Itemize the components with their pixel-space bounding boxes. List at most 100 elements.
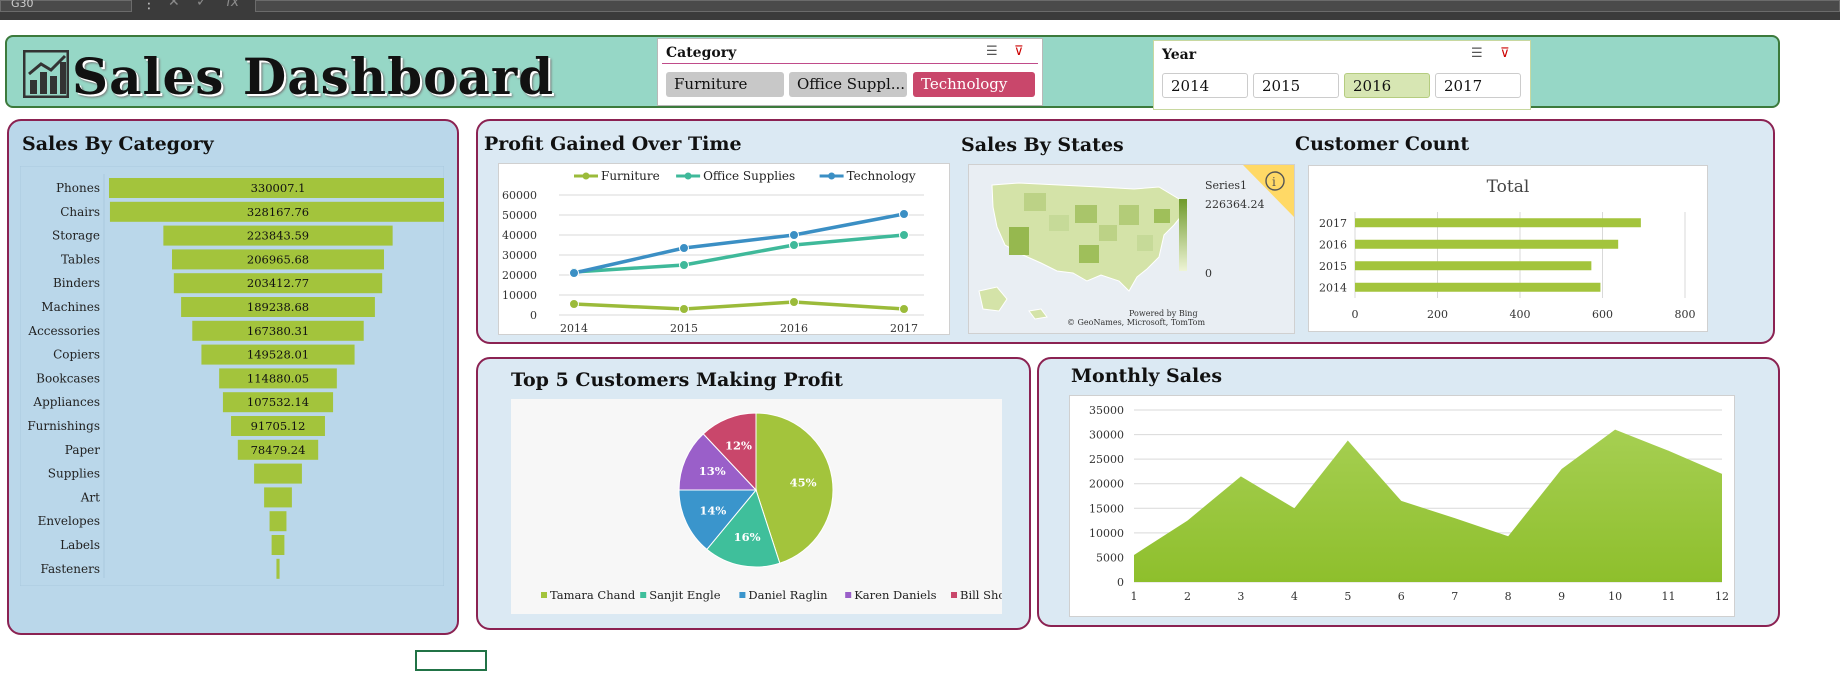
y-tick-label: 2017 <box>1319 217 1347 230</box>
x-tick-label: 400 <box>1510 308 1531 321</box>
funnel-data-label: 223843.59 <box>247 229 309 243</box>
slicer-item-technology[interactable]: Technology <box>913 72 1035 97</box>
legend-swatch <box>640 592 647 598</box>
profit-over-time-chart: 60000 50000 40000 30000 20000 10000 0 2014 2015 2… <box>502 169 924 335</box>
x-tick-label: 800 <box>1675 308 1696 321</box>
sales-by-states-map[interactable]: i Series1 226364.24 0 Powered by Bing © … <box>968 164 1295 334</box>
funnel-category-label: Copiers <box>53 348 100 362</box>
x-tick-label: 11 <box>1662 590 1676 603</box>
legend-label: Office Supplies <box>703 169 795 183</box>
funnel-data-label: 107532.14 <box>247 395 309 409</box>
sales-by-states-title: Sales By States <box>961 134 1124 156</box>
legend-swatch <box>845 592 852 598</box>
slicer-item-2017[interactable]: 2017 <box>1435 73 1521 98</box>
slicer-item-office-supplies[interactable]: Office Suppl... <box>789 72 907 97</box>
y-tick-label: 35000 <box>1089 404 1124 417</box>
legend-label: Bill Shonely <box>960 588 1002 602</box>
category-slicer[interactable]: Category ☰ ⊽ Furniture Office Suppl... T… <box>657 38 1043 106</box>
slicer-item-label: 2017 <box>1444 77 1483 95</box>
bar <box>1355 239 1619 249</box>
multi-select-icon[interactable]: ☰ <box>986 44 998 59</box>
clear-filter-icon[interactable]: ⊽ <box>1014 44 1024 59</box>
funnel-category-label: Storage <box>52 229 100 243</box>
legend-marker <box>582 172 590 180</box>
monthly-sales-plot[interactable]: 35000 30000 25000 20000 15000 10000 5000 0 1 2 3 4 5… <box>1069 395 1735 617</box>
slicer-item-label: 2015 <box>1262 77 1301 95</box>
y-tick-label: 2014 <box>1319 281 1347 294</box>
customer-count-plot[interactable]: Total 0 200 400 600 800 2017 2016 2015 2014 <box>1308 165 1708 332</box>
map-legend-min: 0 <box>1205 267 1212 280</box>
x-tick-label: 2016 <box>780 322 808 334</box>
funnel-data-label: 78479.24 <box>251 443 306 457</box>
customer-count-title: Customer Count <box>1295 133 1470 155</box>
data-point <box>679 260 689 270</box>
profit-over-time-plot[interactable]: 60000 50000 40000 30000 20000 10000 0 2014 2015 2… <box>498 163 950 335</box>
y-tick-label: 10000 <box>1089 527 1124 540</box>
legend-label: Sanjit Engle <box>649 588 721 602</box>
formula-input[interactable] <box>255 0 1840 12</box>
pie-data-label: 14% <box>699 503 726 517</box>
x-tick-label: 2 <box>1184 590 1191 603</box>
map-attribution: © GeoNames, Microsoft, TomTom <box>1067 318 1206 327</box>
y-tick-label: 10000 <box>502 289 537 302</box>
funnel-category-label: Fasteners <box>41 562 100 576</box>
y-tick-label: 30000 <box>502 249 537 262</box>
pie-data-label: 16% <box>734 530 761 544</box>
clear-filter-icon[interactable]: ⊽ <box>1500 46 1510 61</box>
slicer-item-label: 2016 <box>1353 77 1392 95</box>
profit-over-time-title: Profit Gained Over Time <box>484 133 742 155</box>
top-customers-panel: Top 5 Customers Making Profit 45% 16% 14% 1… <box>476 357 1031 630</box>
data-point <box>899 230 909 240</box>
x-tick-label: 10 <box>1608 590 1622 603</box>
x-tick-label: 6 <box>1398 590 1405 603</box>
funnel-category-label: Appliances <box>32 395 100 409</box>
legend-swatch <box>951 592 957 598</box>
y-tick-label: 25000 <box>1089 453 1124 466</box>
funnel-data-label: 330007.1 <box>251 181 306 195</box>
slicer-item-label: Office Suppl... <box>797 75 906 93</box>
y-tick-label: 20000 <box>502 269 537 282</box>
x-tick-label: 2017 <box>890 322 918 334</box>
page-title: Sales Dashboard <box>72 47 555 106</box>
y-tick-label: 0 <box>1117 576 1124 589</box>
slicer-item-2016[interactable]: 2016 <box>1344 73 1430 98</box>
cancel-icon[interactable]: ✕ <box>168 0 180 10</box>
funnel-data-label: 149528.01 <box>247 348 309 362</box>
pie-data-label: 13% <box>699 464 726 478</box>
name-box[interactable]: G30 <box>0 0 132 12</box>
multi-select-icon[interactable]: ☰ <box>1471 46 1483 61</box>
enter-icon[interactable]: ✓ <box>196 0 208 10</box>
slicer-item-2014[interactable]: 2014 <box>1162 73 1248 98</box>
map-legend-title: Series1 <box>1205 179 1247 192</box>
sales-by-category-chart[interactable]: Phones 330007.1 Chairs 328167.76 Storage 2238… <box>20 166 444 586</box>
funnel-data-label: 206965.68 <box>247 252 309 266</box>
sales-by-category-panel: Sales By Category Phones 330007.1 Chairs 32… <box>7 119 459 635</box>
selected-cell[interactable] <box>415 650 487 671</box>
legend-label: Furniture <box>601 169 660 183</box>
legend-swatch <box>739 592 746 598</box>
funnel-category-label: Chairs <box>60 205 100 219</box>
funnel-category-label: Bookcases <box>36 371 100 385</box>
funnel-category-label: Tables <box>61 252 100 266</box>
pie-data-label: 12% <box>725 439 752 453</box>
y-tick-label: 30000 <box>1089 429 1124 442</box>
funnel-bar <box>254 463 302 484</box>
legend-label: Technology <box>847 169 916 183</box>
funnel-data-label: 189238.68 <box>247 300 309 314</box>
x-tick-label: 5 <box>1344 590 1351 603</box>
slicer-item-label: Furniture <box>674 75 748 93</box>
insert-function-icon[interactable]: fx <box>226 0 239 10</box>
monthly-sales-title: Monthly Sales <box>1071 365 1223 387</box>
funnel-category-label: Labels <box>60 538 100 552</box>
funnel-category-label: Accessories <box>27 324 100 338</box>
slicer-item-furniture[interactable]: Furniture <box>666 72 784 97</box>
slicer-item-2015[interactable]: 2015 <box>1253 73 1339 98</box>
top-customers-title: Top 5 Customers Making Profit <box>511 369 843 391</box>
data-point <box>569 299 579 309</box>
year-slicer[interactable]: Year ☰ ⊽ 2014 2015 2016 2017 <box>1153 40 1531 110</box>
map-legend-max: 226364.24 <box>1205 198 1265 211</box>
funnel-category-label: Art <box>80 490 100 504</box>
legend-label: Karen Daniels <box>854 588 936 602</box>
y-tick-label: 50000 <box>502 209 537 222</box>
top-customers-plot[interactable]: 45% 16% 14% 13% 12% Tamara Chand Sanjit Engle D… <box>511 399 1030 614</box>
